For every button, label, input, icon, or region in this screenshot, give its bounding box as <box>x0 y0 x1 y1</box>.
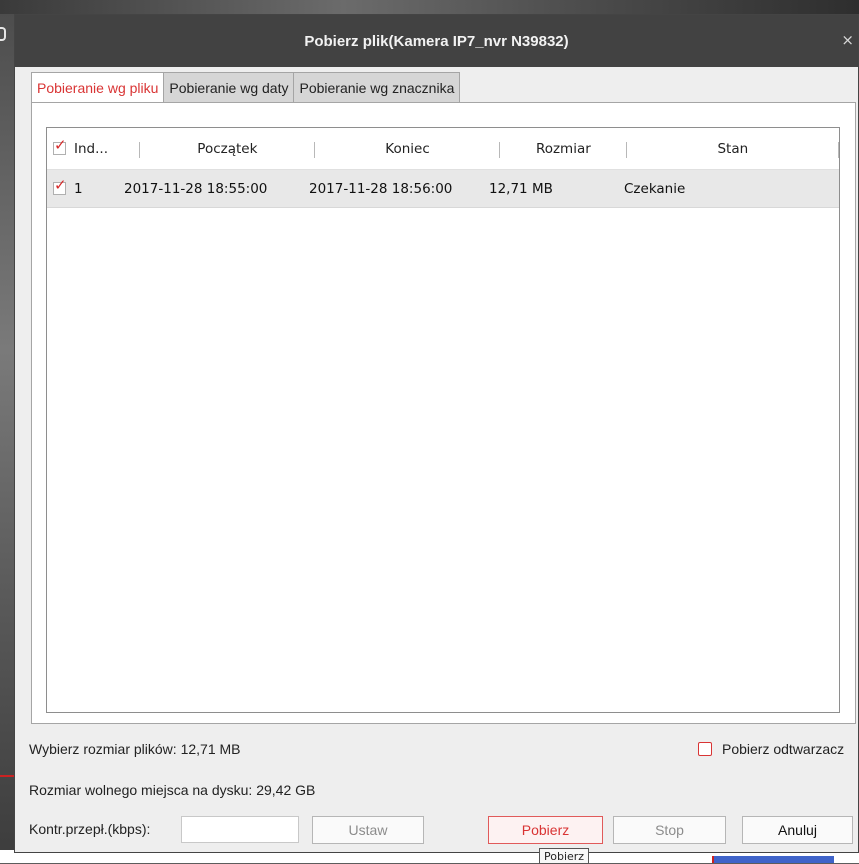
select-all-checkbox[interactable]: ✓ <box>53 138 67 155</box>
stop-button[interactable]: Stop <box>613 816 726 844</box>
column-index-label: Ind... <box>74 140 108 157</box>
column-state[interactable]: Stan <box>627 128 839 169</box>
file-table: ✓ Ind... Początek Koniec Rozmiar Stan ✓ … <box>46 127 840 713</box>
row-state: Czekanie <box>624 180 686 197</box>
column-state-label: Stan <box>717 140 749 157</box>
background-red-marker <box>0 775 14 777</box>
row-index-cell: ✓ 1 <box>47 178 124 197</box>
row-index: 1 <box>74 180 83 197</box>
tab-by-tag[interactable]: Pobieranie wg znacznika <box>294 72 461 102</box>
selected-size-text: Wybierz rozmiar plików: 12,71 MB <box>29 741 241 757</box>
rate-label: Kontr.przepł.(kbps): <box>29 821 151 837</box>
row-checkbox[interactable]: ✓ <box>53 178 67 195</box>
column-end[interactable]: Koniec <box>315 128 501 169</box>
download-player-option[interactable]: Pobierz odtwarzacz <box>698 741 844 757</box>
tab-by-file[interactable]: Pobieranie wg pliku <box>31 72 165 103</box>
tab-by-date[interactable]: Pobieranie wg daty <box>164 72 295 102</box>
background-camera-icon <box>0 27 6 41</box>
checkmark-icon: ✓ <box>54 176 67 194</box>
column-size-label: Rozmiar <box>535 140 591 157</box>
download-button[interactable]: Pobierz <box>488 816 603 844</box>
table-row[interactable]: ✓ 1 2017-11-28 18:55:00 2017-11-28 18:56… <box>47 170 839 208</box>
dialog-title: Pobierz plik(Kamera IP7_nvr N39832) <box>304 32 569 50</box>
column-end-label: Koniec <box>385 140 430 157</box>
row-start: 2017-11-28 18:55:00 <box>124 180 268 197</box>
column-start-label: Początek <box>197 140 258 157</box>
cancel-button[interactable]: Anuluj <box>742 816 853 844</box>
table-header: ✓ Ind... Początek Koniec Rozmiar Stan <box>47 128 839 170</box>
column-separator[interactable] <box>838 142 839 158</box>
column-start[interactable]: Początek <box>140 128 315 169</box>
close-icon[interactable]: × <box>841 31 854 49</box>
free-space-text: Rozmiar wolnego miejsca na dysku: 29,42 … <box>29 782 316 798</box>
download-player-label: Pobierz odtwarzacz <box>722 741 845 757</box>
column-size[interactable]: Rozmiar <box>500 128 627 169</box>
title-bar[interactable]: Pobierz plik(Kamera IP7_nvr N39832) × <box>15 15 858 67</box>
row-end: 2017-11-28 18:56:00 <box>309 180 453 197</box>
set-button[interactable]: Ustaw <box>312 816 424 844</box>
row-size: 12,71 MB <box>489 180 553 197</box>
background-app-left <box>0 14 14 854</box>
download-player-checkbox[interactable] <box>698 742 712 756</box>
tab-bar: Pobieranie wg pliku Pobieranie wg daty P… <box>31 72 461 103</box>
background-blue-bar <box>712 856 834 863</box>
tab-panel: ✓ Ind... Początek Koniec Rozmiar Stan ✓ … <box>31 102 856 724</box>
checkmark-icon: ✓ <box>54 136 67 154</box>
background-app-strip <box>0 0 859 14</box>
download-dialog: Pobierz plik(Kamera IP7_nvr N39832) × Po… <box>14 14 859 853</box>
column-index[interactable]: ✓ Ind... <box>47 128 140 169</box>
rate-input[interactable] <box>181 816 299 843</box>
download-tooltip: Pobierz <box>539 848 590 864</box>
